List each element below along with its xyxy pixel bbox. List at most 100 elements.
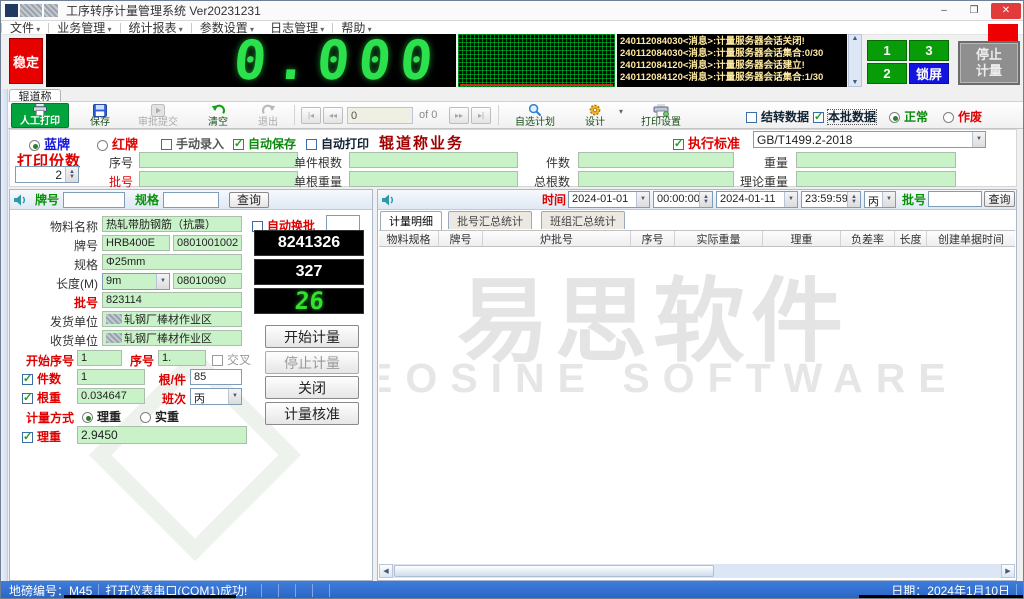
weight-input[interactable]	[796, 152, 956, 168]
per-bar-weight-input[interactable]	[349, 171, 518, 187]
col-material-spec[interactable]: 物料规格	[379, 231, 439, 246]
col-actual-weight[interactable]: 实际重量	[675, 231, 763, 246]
shift-select[interactable]: 丙 ▼	[190, 388, 242, 405]
lock-screen-button[interactable]: 锁屏	[909, 63, 949, 84]
length-select[interactable]: 9m ▼	[102, 273, 170, 290]
close-form-button[interactable]: 关闭	[265, 376, 359, 399]
batch-input[interactable]	[139, 171, 298, 187]
length-code-input[interactable]	[173, 273, 242, 289]
theory-method-radio[interactable]: 理重	[82, 408, 121, 425]
close-button[interactable]: ✕	[991, 3, 1021, 19]
clear-button[interactable]: 清空	[197, 103, 239, 128]
batch-filter-input[interactable]	[928, 191, 982, 207]
theory-weight-value-input[interactable]	[77, 426, 247, 444]
approve-submit-button[interactable]: 审批提交	[129, 103, 187, 128]
manual-entry-checkbox[interactable]: 手动录入	[161, 135, 224, 152]
time-from-stepper[interactable]: 00:00:00 ▲▼	[653, 191, 713, 208]
scroll-left-icon[interactable]: ◀	[379, 564, 393, 578]
col-heat-batch[interactable]: 炉批号	[483, 231, 631, 246]
col-neg-tolerance[interactable]: 负差率	[841, 231, 895, 246]
manual-print-button[interactable]: 人工打印	[11, 103, 69, 128]
this-batch-checkbox[interactable]: 本批数据	[813, 108, 876, 125]
spec-input[interactable]	[102, 254, 242, 270]
auto-save-checkbox[interactable]: 自动保存	[233, 135, 296, 152]
grade-code-input[interactable]	[173, 235, 242, 251]
red-plate-radio[interactable]: 红牌	[97, 134, 138, 153]
menu-file[interactable]: 文件	[2, 19, 48, 36]
right-query-button[interactable]: 查询	[984, 191, 1015, 207]
normal-radio[interactable]: 正常	[889, 108, 928, 125]
spec-search-input[interactable]	[163, 192, 219, 208]
measure-verify-button[interactable]: 计量核准	[265, 402, 359, 425]
col-length[interactable]: 长度	[895, 231, 927, 246]
auto-print-checkbox[interactable]: 自动打印	[306, 135, 369, 152]
bar-weight-input[interactable]	[77, 388, 145, 404]
cross-checkbox[interactable]: 交叉	[212, 351, 251, 368]
tab-measure-detail[interactable]: 计量明细	[380, 211, 442, 230]
nav-last-button[interactable]: ▸|	[471, 107, 491, 124]
scroll-right-icon[interactable]: ▶	[1001, 564, 1015, 578]
save-button[interactable]: 保存	[79, 103, 121, 128]
col-theory-weight[interactable]: 理重	[763, 231, 841, 246]
actual-method-radio[interactable]: 实重	[140, 408, 179, 425]
bars-per-piece-input[interactable]	[349, 152, 518, 168]
tab-batch-summary[interactable]: 批号汇总统计	[448, 211, 532, 229]
col-created-time[interactable]: 创建单据时间	[927, 231, 1015, 246]
right-panel-header: 时间 2024-01-01 ▼ 00:00:00 ▲▼ 2024-01-11 ▼…	[378, 190, 1016, 210]
start-measure-button[interactable]: 开始计量	[265, 325, 359, 348]
nav-next-button[interactable]: ▸▸	[449, 107, 469, 124]
exec-standard-checkbox[interactable]: 执行标准	[673, 133, 740, 152]
stop-measure-side-button[interactable]: 停止计量	[265, 351, 359, 374]
col-seq[interactable]: 序号	[631, 231, 675, 246]
print-copies-value: 2	[16, 167, 65, 182]
design-caret-icon[interactable]: ▾	[619, 107, 623, 116]
grade-input[interactable]	[102, 235, 170, 251]
auto-batch-input[interactable]	[326, 215, 360, 231]
exit-button[interactable]: 退出	[247, 103, 289, 128]
bars-per-input[interactable]	[190, 369, 242, 385]
key-3-button[interactable]: 3	[909, 40, 949, 61]
horizontal-scrollbar[interactable]: ◀ ▶	[379, 564, 1015, 578]
material-name-input[interactable]	[102, 216, 242, 232]
seq2-input[interactable]	[158, 350, 206, 366]
tab-shift-summary[interactable]: 班组汇总统计	[541, 211, 625, 229]
shipper-input[interactable]: 轧钢厂棒材作业区	[102, 311, 242, 327]
record-number-input[interactable]	[347, 107, 413, 124]
receiver-input[interactable]: 轧钢厂棒材作业区	[102, 330, 242, 346]
scroll-down-icon[interactable]: ▼	[852, 79, 859, 86]
seq-input[interactable]	[139, 152, 298, 168]
grade-search-input[interactable]	[63, 192, 125, 208]
bar-weight-checkbox[interactable]: 根重	[22, 389, 61, 406]
restore-button[interactable]: ❐	[961, 3, 987, 19]
nav-prev-button[interactable]: ◂◂	[323, 107, 343, 124]
key-1-button[interactable]: 1	[867, 40, 907, 61]
stop-measure-button[interactable]: 停止计量	[958, 41, 1020, 85]
scroll-up-icon[interactable]: ▲	[852, 35, 859, 42]
pieces-count-input[interactable]	[77, 369, 145, 385]
date-to-select[interactable]: 2024-01-11 ▼	[716, 191, 798, 208]
self-plan-button[interactable]: 自选计划	[505, 103, 565, 128]
exec-standard-select[interactable]: GB/T1499.2-2018 ▼	[753, 131, 986, 148]
design-button[interactable]: 设计	[573, 103, 617, 128]
date-from-select[interactable]: 2024-01-01 ▼	[568, 191, 650, 208]
start-seq-input[interactable]	[77, 350, 122, 366]
void-radio[interactable]: 作废	[943, 108, 982, 125]
left-query-button[interactable]: 查询	[229, 192, 269, 208]
minimize-button[interactable]: –	[931, 3, 957, 19]
key-2-button[interactable]: 2	[867, 63, 907, 84]
carryover-checkbox[interactable]: 结转数据	[746, 108, 809, 125]
print-setup-button[interactable]: 打印设置	[631, 103, 691, 128]
pieces-checkbox[interactable]: 件数	[22, 370, 61, 387]
scrollbar-thumb[interactable]	[394, 565, 714, 577]
batch-no-input[interactable]	[102, 292, 242, 308]
redacted-text	[106, 333, 122, 343]
theory-weight-checkbox[interactable]: 理重	[22, 428, 61, 445]
log-scrollbar[interactable]: ▲ ▼	[848, 34, 862, 87]
shift-filter-select[interactable]: 丙 ▼	[864, 191, 896, 208]
time-to-stepper[interactable]: 23:59:59 ▲▼	[801, 191, 861, 208]
col-grade[interactable]: 牌号	[439, 231, 483, 246]
nav-first-button[interactable]: |◂	[301, 107, 321, 124]
theory-weight-input[interactable]	[796, 171, 956, 187]
this-batch-label: 本批数据	[828, 110, 876, 124]
material-name-label: 物料名称	[12, 218, 98, 235]
